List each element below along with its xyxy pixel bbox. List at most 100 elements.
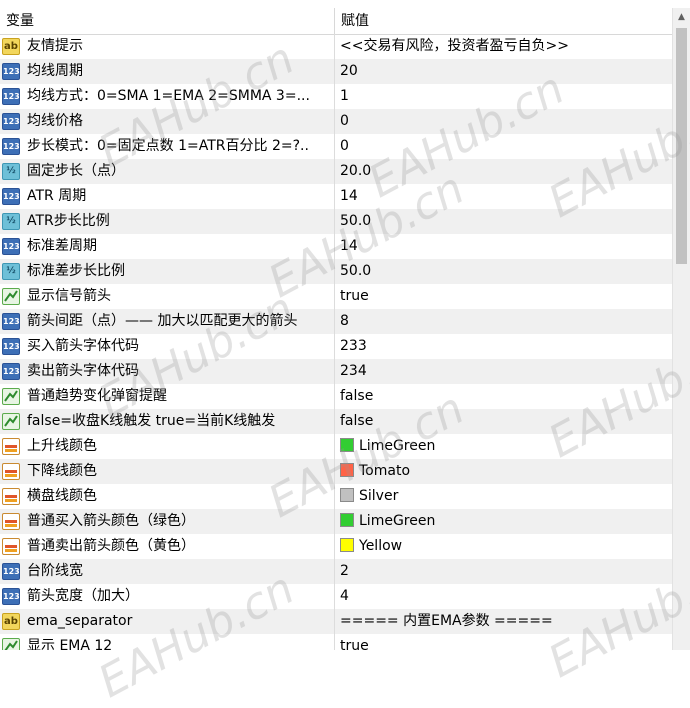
parameter-name: 箭头宽度（加大） — [27, 588, 139, 604]
parameter-row[interactable]: ½ 固定步长（点） 20.0 — [0, 159, 672, 184]
parameter-value[interactable]: 14 — [340, 184, 358, 209]
integer-icon: 123 — [2, 363, 20, 380]
parameter-name: 普通卖出箭头颜色（黄色） — [27, 538, 195, 554]
parameter-value-text: 1 — [340, 88, 349, 104]
parameter-row[interactable]: 123 买入箭头字体代码 233 — [0, 334, 672, 359]
cell-divider — [334, 509, 335, 534]
parameter-value[interactable]: LimeGreen — [340, 509, 435, 534]
integer-icon: 123 — [2, 563, 20, 580]
parameter-name: 显示 EMA 12 — [27, 638, 113, 650]
parameter-value-text: 0 — [340, 138, 349, 154]
parameter-value[interactable]: <<交易有风险，投资者盈亏自负>> — [340, 34, 569, 59]
integer-icon: 123 — [2, 138, 20, 155]
parameter-value[interactable]: 2 — [340, 559, 349, 584]
parameter-row[interactable]: 123 标准差周期 14 — [0, 234, 672, 259]
scroll-up-arrow-icon[interactable]: ▲ — [673, 8, 690, 26]
cell-divider — [334, 584, 335, 609]
parameter-value-text: 8 — [340, 313, 349, 329]
parameter-name: 显示信号箭头 — [27, 288, 111, 304]
column-divider[interactable] — [334, 8, 335, 34]
parameter-value-text: false — [340, 413, 374, 429]
parameter-row[interactable]: 横盘线颜色 Silver — [0, 484, 672, 509]
color-icon — [2, 463, 20, 480]
parameter-value[interactable]: 14 — [340, 234, 358, 259]
parameter-name: 均线周期 — [27, 63, 83, 79]
parameter-row[interactable]: ab ema_separator ===== 内置EMA参数 ===== — [0, 609, 672, 634]
parameter-name: ATR步长比例 — [27, 213, 110, 229]
parameter-value-text: 233 — [340, 338, 367, 354]
parameter-row[interactable]: 123 步长模式：0=固定点数 1=ATR百分比 2=?.. 0 — [0, 134, 672, 159]
parameter-value[interactable]: LimeGreen — [340, 434, 435, 459]
parameter-row[interactable]: 123 箭头宽度（加大） 4 — [0, 584, 672, 609]
parameter-name: 横盘线颜色 — [27, 488, 97, 504]
cell-divider — [334, 134, 335, 159]
boolean-icon — [2, 413, 20, 430]
integer-icon: 123 — [2, 338, 20, 355]
parameter-value[interactable]: false — [340, 409, 373, 434]
parameter-row[interactable]: 123 箭头间距（点）—— 加大以匹配更大的箭头 8 — [0, 309, 672, 334]
parameter-value[interactable]: true — [340, 284, 369, 309]
parameter-row[interactable]: 123 均线方式：0=SMA 1=EMA 2=SMMA 3=... 1 — [0, 84, 672, 109]
parameter-value[interactable]: 20 — [340, 59, 358, 84]
parameter-row[interactable]: 123 ATR 周期 14 — [0, 184, 672, 209]
parameter-value[interactable]: ===== 内置EMA参数 ===== — [340, 609, 553, 634]
parameter-value[interactable]: 0 — [340, 134, 349, 159]
parameter-row[interactable]: 普通买入箭头颜色（绿色） LimeGreen — [0, 509, 672, 534]
column-header-value[interactable]: 赋值 — [341, 8, 369, 34]
parameter-row[interactable]: 123 均线价格 0 — [0, 109, 672, 134]
parameter-row[interactable]: 下降线颜色 Tomato — [0, 459, 672, 484]
parameter-name: 上升线颜色 — [27, 438, 97, 454]
color-swatch[interactable] — [340, 538, 354, 552]
parameter-value[interactable]: true — [340, 634, 369, 650]
vertical-scrollbar[interactable]: ▲ — [672, 8, 690, 650]
parameter-value-text: true — [340, 638, 369, 650]
parameter-name: 均线方式：0=SMA 1=EMA 2=SMMA 3=... — [27, 88, 310, 104]
parameter-value[interactable]: 0 — [340, 109, 349, 134]
parameter-value[interactable]: Tomato — [340, 459, 410, 484]
parameter-value[interactable]: false — [340, 384, 373, 409]
parameter-value[interactable]: 50.0 — [340, 209, 371, 234]
parameter-row[interactable]: 显示信号箭头 true — [0, 284, 672, 309]
parameter-row[interactable]: 普通趋势变化弹窗提醒 false — [0, 384, 672, 409]
color-swatch[interactable] — [340, 488, 354, 502]
color-swatch[interactable] — [340, 513, 354, 527]
parameter-value[interactable]: 4 — [340, 584, 349, 609]
parameter-value[interactable]: 50.0 — [340, 259, 371, 284]
parameter-row[interactable]: 123 台阶线宽 2 — [0, 559, 672, 584]
color-swatch[interactable] — [340, 463, 354, 477]
parameter-value[interactable]: 234 — [340, 359, 367, 384]
parameter-value-text: LimeGreen — [359, 513, 436, 529]
double-icon: ½ — [2, 263, 20, 280]
column-header-variable[interactable]: 变量 — [6, 8, 34, 34]
parameter-value[interactable]: Yellow — [340, 534, 402, 559]
parameter-value[interactable]: Silver — [340, 484, 398, 509]
cell-divider — [334, 409, 335, 434]
parameter-name: false=收盘K线触发 true=当前K线触发 — [27, 413, 276, 429]
parameter-value-text: 14 — [340, 188, 358, 204]
cell-divider — [334, 34, 335, 59]
parameter-row[interactable]: 123 卖出箭头字体代码 234 — [0, 359, 672, 384]
parameter-row[interactable]: 123 均线周期 20 — [0, 59, 672, 84]
parameter-row[interactable]: ½ 标准差步长比例 50.0 — [0, 259, 672, 284]
boolean-icon — [2, 638, 20, 650]
parameter-row[interactable]: ½ ATR步长比例 50.0 — [0, 209, 672, 234]
scroll-thumb[interactable] — [676, 28, 687, 264]
color-icon — [2, 513, 20, 530]
integer-icon: 123 — [2, 313, 20, 330]
parameter-value[interactable]: 20.0 — [340, 159, 371, 184]
inputs-grid: 变量 赋值 ab 友情提示 <<交易有风险，投资者盈亏自负>> 123 均线周期 20 12… — [0, 0, 672, 650]
parameter-row[interactable]: 普通卖出箭头颜色（黄色） Yellow — [0, 534, 672, 559]
color-swatch[interactable] — [340, 438, 354, 452]
parameter-name: 固定步长（点） — [27, 163, 125, 179]
parameter-value[interactable]: 8 — [340, 309, 349, 334]
parameter-row[interactable]: false=收盘K线触发 true=当前K线触发 false — [0, 409, 672, 434]
parameter-row[interactable]: ab 友情提示 <<交易有风险，投资者盈亏自负>> — [0, 34, 672, 59]
parameter-row[interactable]: 上升线颜色 LimeGreen — [0, 434, 672, 459]
grid-header: 变量 赋值 — [0, 8, 672, 35]
cell-divider — [334, 634, 335, 650]
parameter-value[interactable]: 1 — [340, 84, 349, 109]
parameter-value[interactable]: 233 — [340, 334, 367, 359]
parameter-value-text: LimeGreen — [359, 438, 436, 454]
parameter-row[interactable]: 显示 EMA 12 true — [0, 634, 672, 650]
cell-divider — [334, 259, 335, 284]
